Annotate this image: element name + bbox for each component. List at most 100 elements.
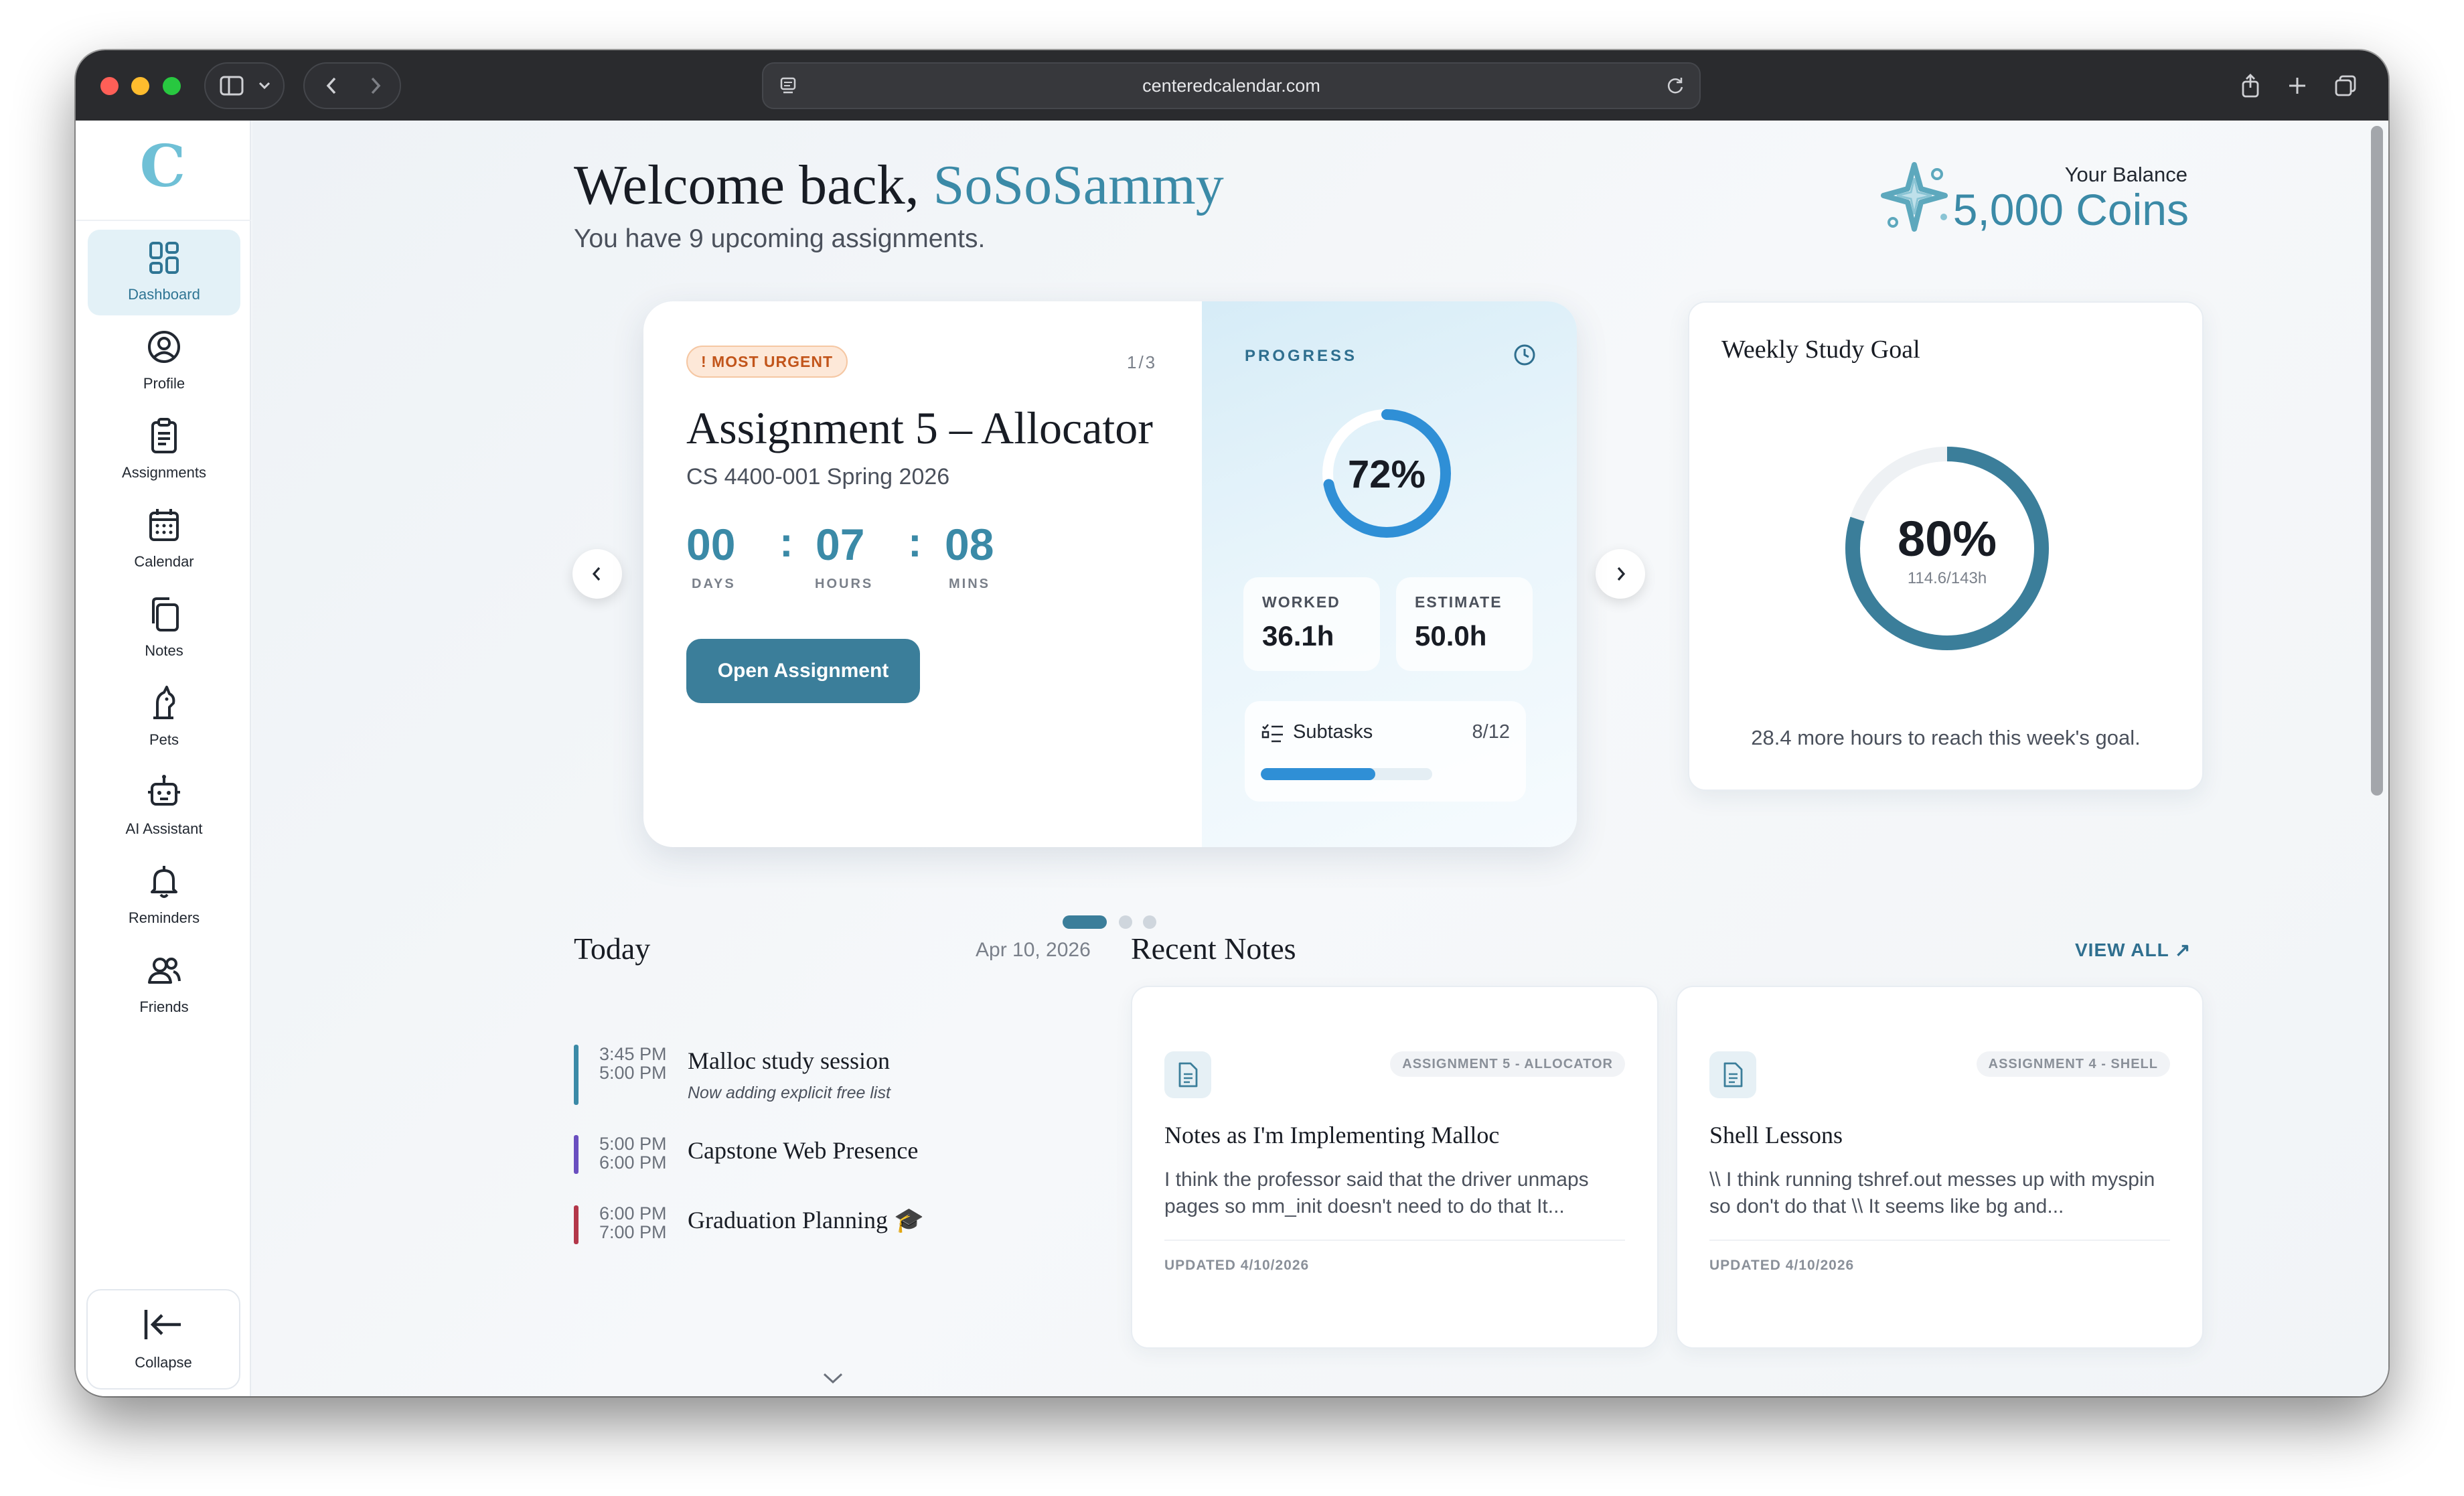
dashboard-icon bbox=[144, 238, 184, 281]
sidebar-item-label: Pets bbox=[149, 731, 179, 748]
worked-label: WORKED bbox=[1262, 593, 1340, 611]
sidebar-item-friends[interactable]: Friends bbox=[88, 942, 240, 1028]
event-time-end: 6:00 PM bbox=[599, 1152, 667, 1173]
back-arrow-icon[interactable] bbox=[311, 64, 352, 108]
countdown-days: 00 bbox=[686, 520, 736, 569]
event-time-end: 7:00 PM bbox=[599, 1222, 667, 1242]
maximize-window-button[interactable] bbox=[163, 77, 181, 95]
countdown-hours-label: HOURS bbox=[815, 577, 874, 591]
bell-icon bbox=[144, 861, 184, 904]
robot-icon bbox=[144, 772, 184, 815]
assignment-title: Assignment 5 – Allocator bbox=[686, 402, 1153, 453]
tab-overview-icon[interactable] bbox=[2325, 64, 2366, 108]
weekly-goal-hours: 114.6/143h bbox=[1907, 569, 1987, 587]
event-title: Malloc study session bbox=[688, 1047, 890, 1074]
note-preview: \\ I think running tshref.out messes up … bbox=[1709, 1169, 2155, 1217]
app-logo[interactable]: C bbox=[132, 133, 194, 200]
sidebar-toggle-icon[interactable] bbox=[215, 64, 248, 108]
sidebar: C Dashboard Profile Assignments Calendar bbox=[76, 121, 251, 1396]
profile-icon bbox=[144, 327, 184, 370]
countdown-hours: 07 bbox=[816, 520, 865, 569]
note-preview: I think the professor said that the driv… bbox=[1164, 1169, 1589, 1217]
chevron-down-icon[interactable] bbox=[816, 1365, 850, 1392]
countdown-mins: 08 bbox=[945, 520, 994, 569]
recent-notes-heading: Recent Notes bbox=[1131, 931, 1296, 966]
upcoming-count-text: You have 9 upcoming assignments. bbox=[574, 224, 986, 253]
carousel-pager: 1/3 bbox=[1127, 352, 1158, 372]
calendar-icon bbox=[144, 505, 184, 548]
note-assignment-tag: ASSIGNMENT 5 - ALLOCATOR bbox=[1390, 1051, 1625, 1077]
welcome-prefix: Welcome back, bbox=[574, 154, 933, 216]
subtasks-progress-fill bbox=[1261, 768, 1375, 780]
sidebar-item-dashboard[interactable]: Dashboard bbox=[88, 230, 240, 315]
sparkle-coin-icon bbox=[1873, 155, 1960, 242]
sidebar-item-label: Reminders bbox=[128, 909, 200, 926]
checklist-icon bbox=[1261, 721, 1285, 745]
history-nav-group bbox=[303, 62, 401, 109]
countdown-separator: : bbox=[908, 520, 922, 566]
event-color-bar bbox=[574, 1135, 579, 1174]
sidebar-item-reminders[interactable]: Reminders bbox=[88, 853, 240, 939]
carousel-dot-active[interactable] bbox=[1063, 915, 1107, 929]
subtasks-panel[interactable]: Subtasks 8/12 bbox=[1245, 701, 1526, 802]
sidebar-item-profile[interactable]: Profile bbox=[88, 319, 240, 404]
urgent-badge: ! MOST URGENT bbox=[686, 346, 848, 378]
weekly-goal-card: Weekly Study Goal 80% 114.6/143h 28.4 mo… bbox=[1688, 301, 2204, 791]
friends-icon bbox=[144, 950, 184, 993]
sidebar-item-calendar[interactable]: Calendar bbox=[88, 497, 240, 583]
sidebar-item-label: Assignments bbox=[122, 464, 206, 481]
new-tab-icon[interactable] bbox=[2277, 64, 2317, 108]
balance-value: 5,000 Coins bbox=[1952, 185, 2189, 234]
carousel-next-button[interactable] bbox=[1596, 549, 1645, 599]
event-title: Capstone Web Presence bbox=[688, 1137, 919, 1164]
share-icon[interactable] bbox=[2230, 64, 2270, 108]
countdown-mins-label: MINS bbox=[949, 577, 990, 591]
close-window-button[interactable] bbox=[100, 77, 119, 95]
url-text[interactable]: centeredcalendar.com bbox=[763, 64, 1699, 108]
address-bar[interactable]: centeredcalendar.com bbox=[762, 62, 1701, 109]
countdown-days-label: DAYS bbox=[692, 577, 736, 591]
note-updated: UPDATED 4/10/2026 bbox=[1709, 1258, 1855, 1273]
browser-window: centeredcalendar.com C Dashboard Profile… bbox=[76, 50, 2388, 1396]
sidebar-item-label: Notes bbox=[145, 642, 183, 659]
sidebar-item-label: Profile bbox=[143, 375, 185, 392]
open-assignment-button[interactable]: Open Assignment bbox=[686, 639, 920, 703]
note-divider bbox=[1709, 1240, 2170, 1241]
pets-icon bbox=[144, 683, 184, 726]
page-scrollbar[interactable] bbox=[2371, 126, 2383, 796]
carousel-prev-button[interactable] bbox=[572, 549, 622, 599]
clipboard-icon bbox=[144, 416, 184, 459]
carousel-dot[interactable] bbox=[1143, 915, 1156, 929]
note-divider bbox=[1164, 1240, 1625, 1241]
clock-icon[interactable] bbox=[1511, 342, 1538, 368]
event-time-start: 6:00 PM bbox=[599, 1203, 667, 1223]
view-all-notes-link[interactable]: VIEW ALL ↗ bbox=[2075, 939, 2191, 961]
progress-percent: 72% bbox=[1347, 453, 1426, 496]
sidebar-item-label: Calendar bbox=[134, 553, 194, 570]
event-color-bar bbox=[574, 1045, 579, 1105]
notes-icon bbox=[144, 594, 184, 637]
sidebar-item-notes[interactable]: Notes bbox=[88, 586, 240, 672]
minimize-window-button[interactable] bbox=[131, 77, 149, 95]
username: SoSoSammy bbox=[933, 154, 1224, 216]
forward-arrow-icon[interactable] bbox=[356, 64, 396, 108]
event-subtitle: Now adding explicit free list bbox=[688, 1083, 891, 1102]
sidebar-item-ai-assistant[interactable]: AI Assistant bbox=[88, 764, 240, 850]
sidebar-item-pets[interactable]: Pets bbox=[88, 675, 240, 761]
note-card[interactable]: ASSIGNMENT 5 - ALLOCATOR Notes as I'm Im… bbox=[1131, 986, 1659, 1349]
sidebar-item-label: Friends bbox=[139, 998, 189, 1015]
chevron-down-icon[interactable] bbox=[251, 64, 278, 108]
note-assignment-tag: ASSIGNMENT 4 - SHELL bbox=[1976, 1051, 2170, 1077]
carousel-dot[interactable] bbox=[1119, 915, 1132, 929]
sidebar-toggle-group bbox=[204, 62, 285, 109]
note-card[interactable]: ASSIGNMENT 4 - SHELL Shell Lessons \\ I … bbox=[1676, 986, 2204, 1349]
estimate-label: ESTIMATE bbox=[1415, 593, 1503, 611]
event-title: Graduation Planning 🎓 bbox=[688, 1207, 924, 1233]
today-date: Apr 10, 2026 bbox=[976, 939, 1091, 961]
collapse-sidebar-button[interactable]: Collapse bbox=[86, 1289, 240, 1390]
reload-icon[interactable] bbox=[1665, 75, 1686, 96]
sidebar-item-assignments[interactable]: Assignments bbox=[88, 408, 240, 494]
document-icon bbox=[1164, 1051, 1211, 1098]
event-time-end: 5:00 PM bbox=[599, 1063, 667, 1083]
note-updated: UPDATED 4/10/2026 bbox=[1164, 1258, 1310, 1273]
